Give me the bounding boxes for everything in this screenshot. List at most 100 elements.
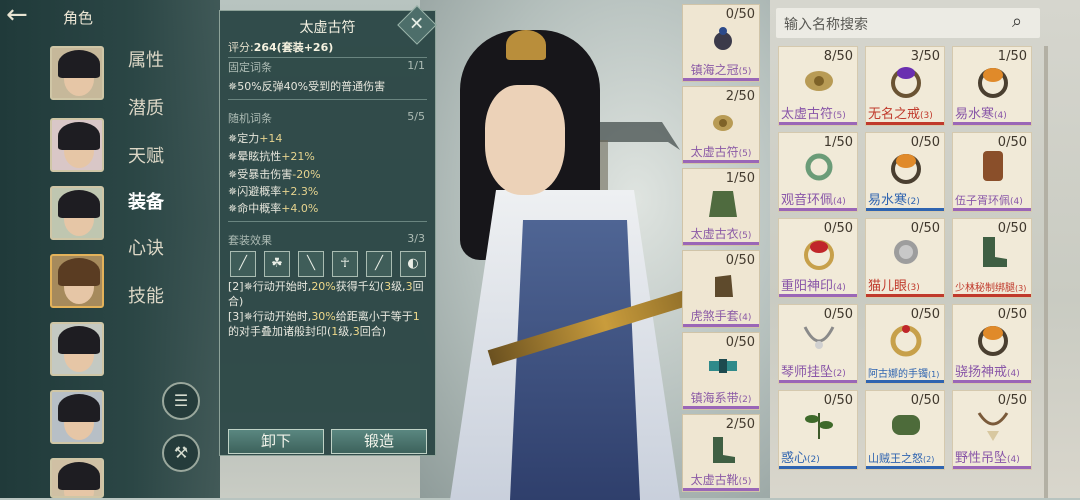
stat-value: +14 xyxy=(259,132,283,145)
inventory-item[interactable]: 0/50 伍子胥环佩(4) xyxy=(952,132,1032,212)
stat-label: 受暴击伤害 xyxy=(237,168,293,181)
set-piece-vest-icon[interactable]: ╲ xyxy=(298,251,324,277)
inventory-item[interactable]: 1/50 易水寒(4) xyxy=(952,46,1032,126)
set-effect-prefix: [2] xyxy=(228,280,244,293)
item-name: 易水寒(2) xyxy=(868,189,944,208)
equipped-slot-boots[interactable]: 2/50 太虚古靴(5) xyxy=(682,414,760,492)
inventory-item[interactable]: 0/50 猫儿眼(3) xyxy=(865,218,945,298)
robe-icon[interactable]: ☰ xyxy=(162,382,200,420)
inventory-item[interactable]: 0/50 易水寒(2) xyxy=(865,132,945,212)
tab-attributes[interactable]: 属性 xyxy=(128,46,164,72)
set-piece-blade-icon[interactable]: ╱ xyxy=(366,251,392,277)
item-name-text: 琴师挂坠 xyxy=(781,365,834,380)
item-name: 阿古娜的手镯(1) xyxy=(868,365,944,380)
tab-talent[interactable]: 天赋 xyxy=(128,142,164,168)
set-effect-text: 给距离小于等于 xyxy=(335,310,413,323)
item-name: 无名之戒(3) xyxy=(868,103,944,122)
tab-equipment[interactable]: 装备 xyxy=(128,188,164,214)
set-effect-count: 3/3 xyxy=(407,232,425,245)
back-arrow-icon[interactable]: ← xyxy=(6,2,42,28)
item-name: 野性吊坠(4) xyxy=(955,447,1031,466)
tab-mind-art[interactable]: 心诀 xyxy=(128,234,164,260)
search-input[interactable]: 输入名称搜索 xyxy=(784,14,868,34)
necklace-icon xyxy=(803,326,835,349)
grade-bar xyxy=(866,380,944,383)
divider xyxy=(228,221,427,222)
equipped-slot-clothes[interactable]: 1/50 太虚古衣(5) xyxy=(682,168,760,246)
search-bar[interactable]: 输入名称搜索 ⌕ xyxy=(776,8,1040,38)
equipped-slot-belt[interactable]: 0/50 镇海系带(2) xyxy=(682,332,760,410)
inventory-item[interactable]: 0/50 山贼王之怒(2) xyxy=(865,390,945,470)
character-portrait[interactable] xyxy=(50,46,104,100)
set-piece-armor-icon[interactable]: ☘ xyxy=(264,251,290,277)
character-portrait[interactable] xyxy=(50,186,104,240)
tab-potential[interactable]: 潜质 xyxy=(128,94,164,120)
slot-name: 镇海系带(2) xyxy=(683,389,759,406)
slot-name-text: 太虚古靴 xyxy=(690,473,739,487)
divider xyxy=(228,99,427,100)
slot-count: 0/50 xyxy=(725,335,755,350)
set-piece-weapon-icon[interactable]: ╱ xyxy=(230,251,256,277)
set-effect-text: 行动开始时, xyxy=(252,280,312,293)
set-effect-2: [2]✵行动开始时,20%获得千幻(3级,3回合) xyxy=(228,280,424,308)
inventory-item[interactable]: 0/50 少林秘制绑腿(3) xyxy=(952,218,1032,298)
slot-count: 0/50 xyxy=(725,253,755,268)
slot-name-text: 镇海之冠 xyxy=(690,63,739,77)
inventory-item[interactable]: 0/50 骁扬神戒(4) xyxy=(952,304,1032,384)
inventory-item[interactable]: 0/50 惑心(2) xyxy=(778,390,858,470)
character-portrait[interactable] xyxy=(50,458,104,498)
set-effect-value: 3 xyxy=(352,325,360,338)
divider xyxy=(228,57,427,58)
grade-bar xyxy=(683,488,759,491)
amulet-icon xyxy=(805,71,833,91)
boots-icon xyxy=(713,437,735,463)
grade-bar xyxy=(779,380,857,383)
page-title: 角色 xyxy=(63,9,94,27)
character-portrait[interactable] xyxy=(50,322,104,376)
set-piece-charm-icon[interactable]: ◐ xyxy=(400,251,426,277)
search-icon[interactable]: ⌕ xyxy=(1012,11,1034,33)
inventory-item[interactable]: 0/50 阿古娜的手镯(1) xyxy=(865,304,945,384)
slot-count: 0/50 xyxy=(725,7,755,22)
set-effect-header: 套装效果 3/3 xyxy=(228,232,425,248)
random-attr-line: ✵晕眩抗性+21% xyxy=(228,150,315,163)
item-name-text: 观音环佩 xyxy=(781,193,834,208)
inventory-item[interactable]: 0/50 重阳神印(4) xyxy=(778,218,858,298)
broom-icon[interactable]: ⚒ xyxy=(162,434,200,472)
grade-bar xyxy=(779,208,857,211)
glove-icon xyxy=(715,275,733,297)
equipped-slot-head[interactable]: 0/50 镇海之冠(5) xyxy=(682,4,760,82)
set-effect-text: 行动开始时, xyxy=(252,310,312,323)
inventory-scrollbar[interactable] xyxy=(1044,46,1048,498)
grade-bar xyxy=(866,294,944,297)
random-attr-line: ✵命中概率+4.0% xyxy=(228,202,319,215)
forge-button[interactable]: 锻造 xyxy=(331,429,427,454)
unequip-button[interactable]: 卸下 xyxy=(228,429,324,454)
equipped-slot-amulet[interactable]: 2/50 太虚古符(5) xyxy=(682,86,760,164)
set-piece-amulet-icon[interactable]: ☥ xyxy=(332,251,358,277)
character-portrait[interactable] xyxy=(50,390,104,444)
set-effect-value: 20% xyxy=(311,280,336,293)
close-icon[interactable]: ✕ xyxy=(397,5,437,45)
set-effect-text: 的对手叠加诸般封印( xyxy=(228,325,332,338)
equipped-slot-gloves[interactable]: 0/50 虎煞手套(4) xyxy=(682,250,760,328)
character-portrait-selected[interactable] xyxy=(50,254,104,308)
grade-bar xyxy=(953,466,1031,469)
inventory-item[interactable]: 0/50 琴师挂坠(2) xyxy=(778,304,858,384)
inventory-item[interactable]: 1/50 观音环佩(4) xyxy=(778,132,858,212)
item-grade: (2) xyxy=(807,455,820,465)
inventory-item[interactable]: 8/50 太虚古符(5) xyxy=(778,46,858,126)
fixed-attr-header: 固定词条 1/1 xyxy=(228,59,425,75)
character-portrait[interactable] xyxy=(50,118,104,172)
grade-bar xyxy=(953,122,1031,125)
tab-skills[interactable]: 技能 xyxy=(128,282,164,308)
item-name-text: 重阳神印 xyxy=(781,279,834,294)
inventory-item[interactable]: 3/50 无名之戒(3) xyxy=(865,46,945,126)
character-illustration xyxy=(430,30,722,500)
slot-name-text: 镇海系带 xyxy=(690,391,739,405)
item-name-text: 野性吊坠 xyxy=(955,451,1008,466)
inventory-item[interactable]: 0/50 野性吊坠(4) xyxy=(952,390,1032,470)
slot-count: 1/50 xyxy=(725,171,755,186)
random-attr-line: ✵定力+14 xyxy=(228,132,283,145)
slot-grade: (4) xyxy=(738,313,752,323)
